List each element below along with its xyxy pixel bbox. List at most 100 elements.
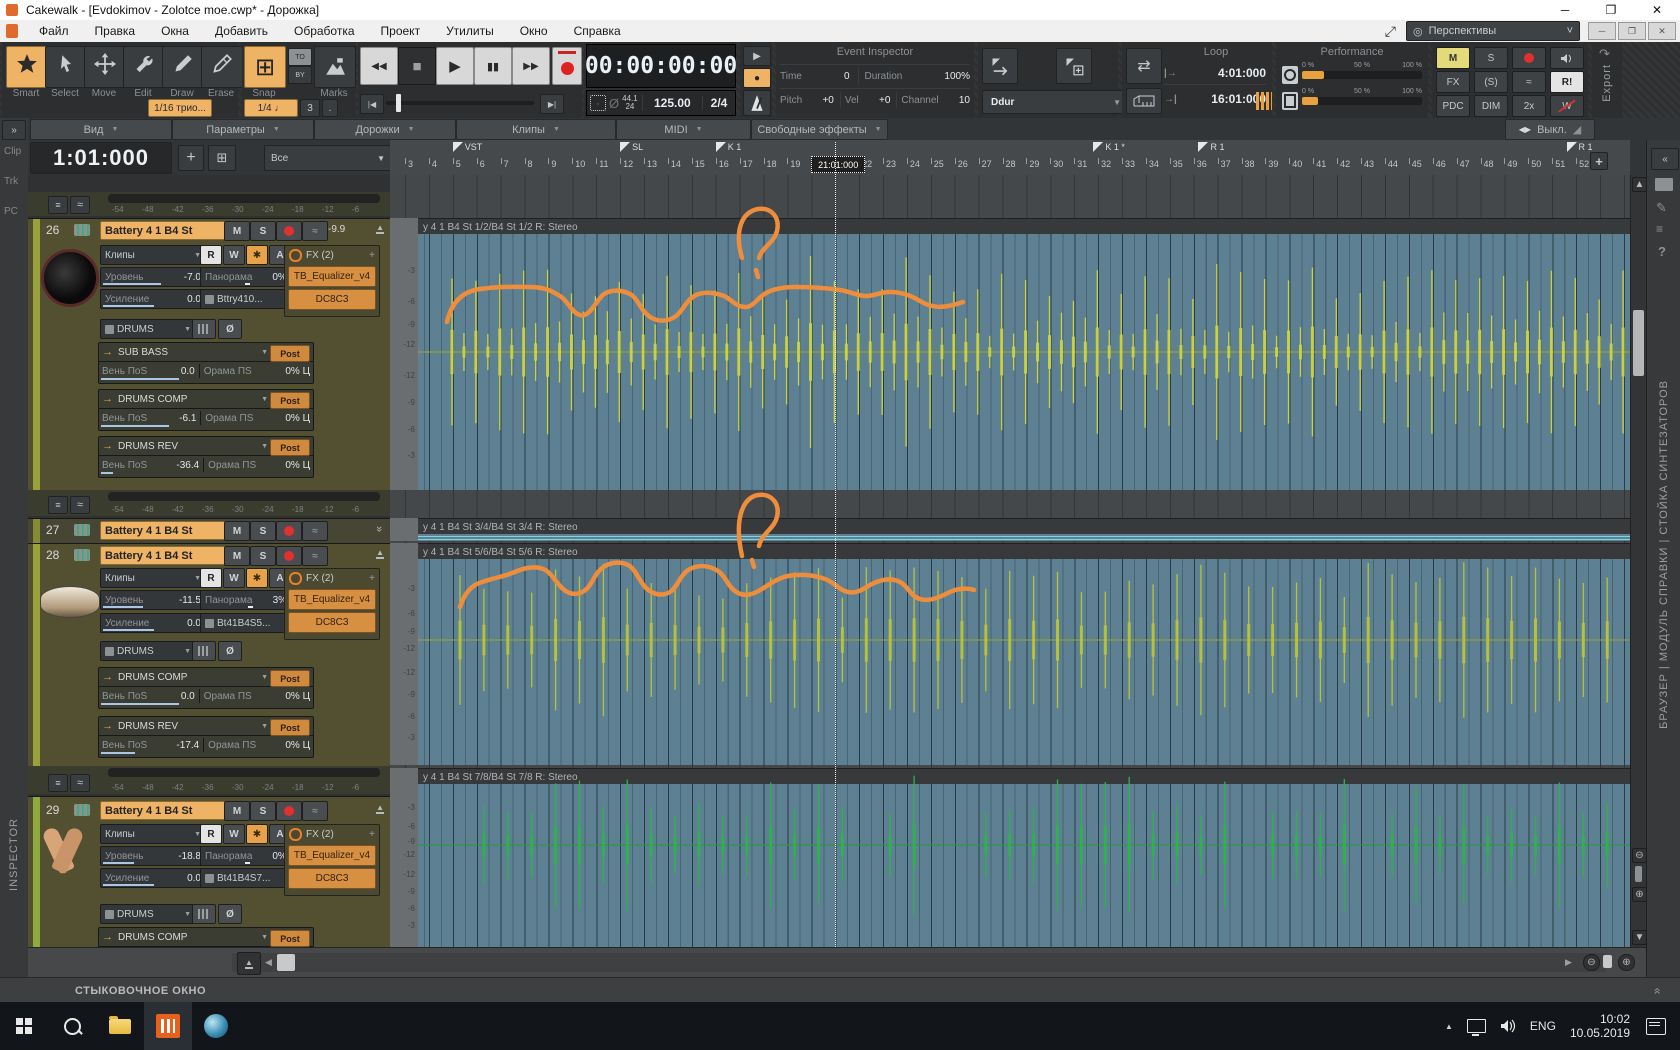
track-filter-dropdown[interactable]: Все▼: [264, 145, 392, 171]
phase-button[interactable]: Ø: [218, 641, 242, 661]
automation-offset-button[interactable]: ✱: [246, 824, 268, 844]
hscroll-thumb[interactable]: [277, 954, 295, 971]
maximize-button[interactable]: ❐: [1588, 0, 1634, 20]
mix-R![interactable]: R!: [1550, 71, 1584, 93]
clips-dropdown[interactable]: Клипы▼: [100, 568, 206, 588]
add-track-folder-button[interactable]: ⊞: [208, 145, 236, 171]
track-arm-button[interactable]: [276, 521, 302, 541]
mix-record-dot-icon[interactable]: [1512, 47, 1546, 69]
volume-icon[interactable]: [1500, 1019, 1518, 1033]
search-button[interactable]: [48, 1002, 96, 1050]
track-input-echo-button[interactable]: ≈: [302, 546, 328, 566]
send-drums-comp[interactable]: →DRUMS COMP▼Вень ПоS-6.1Орама ПS0% ЦPost: [98, 389, 314, 431]
expand-track-icon[interactable]: »: [376, 523, 382, 535]
tool-select[interactable]: [45, 46, 87, 88]
send-post-button[interactable]: Post: [270, 719, 310, 736]
send-post-button[interactable]: Post: [270, 670, 310, 687]
phase-button[interactable]: Ø: [218, 319, 242, 339]
track-arm-button[interactable]: [276, 546, 302, 566]
send-name[interactable]: DRUMS COMP: [118, 672, 187, 683]
send-drums-rev[interactable]: →DRUMS REV▼Вень ПоS-36.4Орама ПS0% ЦPost: [98, 436, 314, 478]
marker-R 1[interactable]: R 1: [1567, 141, 1593, 152]
fx-DC8C3[interactable]: DC8C3: [288, 289, 376, 310]
rail-tab-PC[interactable]: PC: [4, 206, 18, 217]
ei-time-value[interactable]: 0: [844, 71, 850, 82]
clip-body-2[interactable]: [418, 534, 1630, 541]
menu-Проект[interactable]: Проект: [368, 20, 434, 42]
clips-dropdown[interactable]: Клипы▼: [100, 824, 206, 844]
marker-R 1[interactable]: R 1: [1198, 141, 1224, 152]
fx-TB_Equalizer_v4[interactable]: TB_Equalizer_v4: [288, 845, 376, 866]
collapse-track-icon[interactable]: ▲: [376, 223, 384, 232]
output-meter-button[interactable]: [192, 319, 216, 339]
menu-Правка[interactable]: Правка: [82, 20, 149, 42]
fx-add-icon[interactable]: +: [369, 829, 375, 840]
clip-label-1[interactable]: y 4 1 B4 St 1/2/B4 St 1/2 R: Stereo: [418, 218, 1630, 235]
play-button[interactable]: ▶: [436, 47, 474, 85]
sync-icon[interactable]: ∙: [590, 95, 606, 111]
snap-dot-box[interactable]: .: [322, 99, 338, 117]
key-dropdown[interactable]: Ddur▼: [982, 90, 1130, 114]
tool-smart[interactable]: [6, 46, 48, 88]
mix-2x[interactable]: 2x: [1512, 95, 1546, 117]
tool-erase[interactable]: [201, 46, 243, 88]
output-dropdown[interactable]: DRUMS▼: [100, 904, 196, 924]
snap-value-box[interactable]: 1/4 ♩: [244, 99, 298, 117]
send-name[interactable]: DRUMS REV: [118, 441, 178, 452]
marker-VST[interactable]: VST: [453, 141, 483, 152]
gain-box[interactable]: Усиление0.0: [100, 289, 206, 309]
tab-Клипы[interactable]: Клипы▼: [456, 119, 616, 140]
transport-slider-track[interactable]: [386, 101, 534, 105]
send-drums-comp[interactable]: →DRUMS COMP▼Вень ПоSОрама ПSPost: [98, 927, 314, 947]
expand-arrows-icon[interactable]: ⤢: [1385, 23, 1396, 40]
collapse-track-icon[interactable]: ▲: [376, 548, 384, 557]
zoom-in-icon[interactable]: ⊕: [1618, 954, 1635, 971]
rewind-button[interactable]: ◀◀: [360, 47, 398, 85]
dock-bar[interactable]: СТЫКОВОЧНОЕ ОКНО »: [0, 977, 1680, 1003]
scroll-left-icon[interactable]: ◀: [265, 957, 272, 968]
add-track-button[interactable]: +: [178, 145, 204, 171]
output-dropdown[interactable]: DRUMS▼: [100, 319, 196, 339]
track-mute-button[interactable]: M: [224, 521, 250, 541]
docked-views-label[interactable]: БРАУЗЕР | МОДУЛЬ СПРАВКИ | СТОЙКА СИНТЕЗ…: [1658, 380, 1670, 729]
send-post-button[interactable]: Post: [270, 930, 310, 947]
tool-draw[interactable]: [162, 46, 204, 88]
perspectives-dropdown[interactable]: ◎ Перспективы˅: [1406, 21, 1580, 41]
pan-meter-icon[interactable]: ≡: [48, 196, 68, 214]
punch-add-button[interactable]: [1056, 48, 1092, 84]
punch-in-button[interactable]: [982, 48, 1018, 84]
tab-Дорожки[interactable]: Дорожки▼: [314, 119, 456, 140]
marker-K 1 *[interactable]: K 1 *: [1093, 141, 1125, 152]
menu-Обработка[interactable]: Обработка: [281, 20, 368, 42]
automation-read-button[interactable]: R: [200, 568, 222, 588]
mix-S[interactable]: S: [1474, 47, 1508, 69]
ruler-add-button[interactable]: +: [1590, 152, 1608, 170]
clip-body-1[interactable]: [418, 234, 1630, 490]
fx-DC8C3[interactable]: DC8C3: [288, 868, 376, 889]
metronome-mute-icon[interactable]: Ø: [609, 96, 619, 111]
notification-icon[interactable]: [1646, 1018, 1666, 1035]
ei-pitch-value[interactable]: +0: [822, 95, 833, 106]
send-name[interactable]: SUB BASS: [118, 347, 168, 358]
track-mute-button[interactable]: M: [224, 801, 250, 821]
ffwd-button[interactable]: ▶▶: [512, 47, 550, 85]
vertical-scrollbar[interactable]: ▲ ⊖ ⊕ ▼: [1630, 175, 1647, 947]
snap-to-toggle[interactable]: TO: [288, 48, 312, 66]
ei-channel-value[interactable]: 10: [959, 95, 970, 106]
mdi-minimize-button[interactable]: ─: [1588, 22, 1616, 40]
zoom-out-vertical-icon[interactable]: ⊖: [1632, 848, 1647, 863]
menu-Файл[interactable]: Файл: [26, 20, 82, 42]
fx-panel[interactable]: FX (2)+TB_Equalizer_v4DC8C3: [284, 568, 380, 640]
menu-Справка[interactable]: Справка: [561, 20, 634, 42]
rail-tab-Trk[interactable]: Trk: [4, 176, 18, 187]
clip-body-4[interactable]: [418, 784, 1630, 947]
export-label[interactable]: Export: [1601, 64, 1613, 102]
marks-button[interactable]: [314, 46, 356, 88]
engine-play-button[interactable]: ▶: [743, 46, 771, 66]
ei-duration-value[interactable]: 100%: [944, 71, 970, 82]
menu-Окно[interactable]: Окно: [507, 20, 561, 42]
send-drums-comp[interactable]: →DRUMS COMP▼Вень ПоS0.0Орама ПS0% ЦPost: [98, 667, 314, 709]
tab-Вид[interactable]: Вид▼: [30, 119, 172, 140]
send-name[interactable]: DRUMS REV: [118, 721, 178, 732]
automation-write-button[interactable]: W: [223, 568, 245, 588]
